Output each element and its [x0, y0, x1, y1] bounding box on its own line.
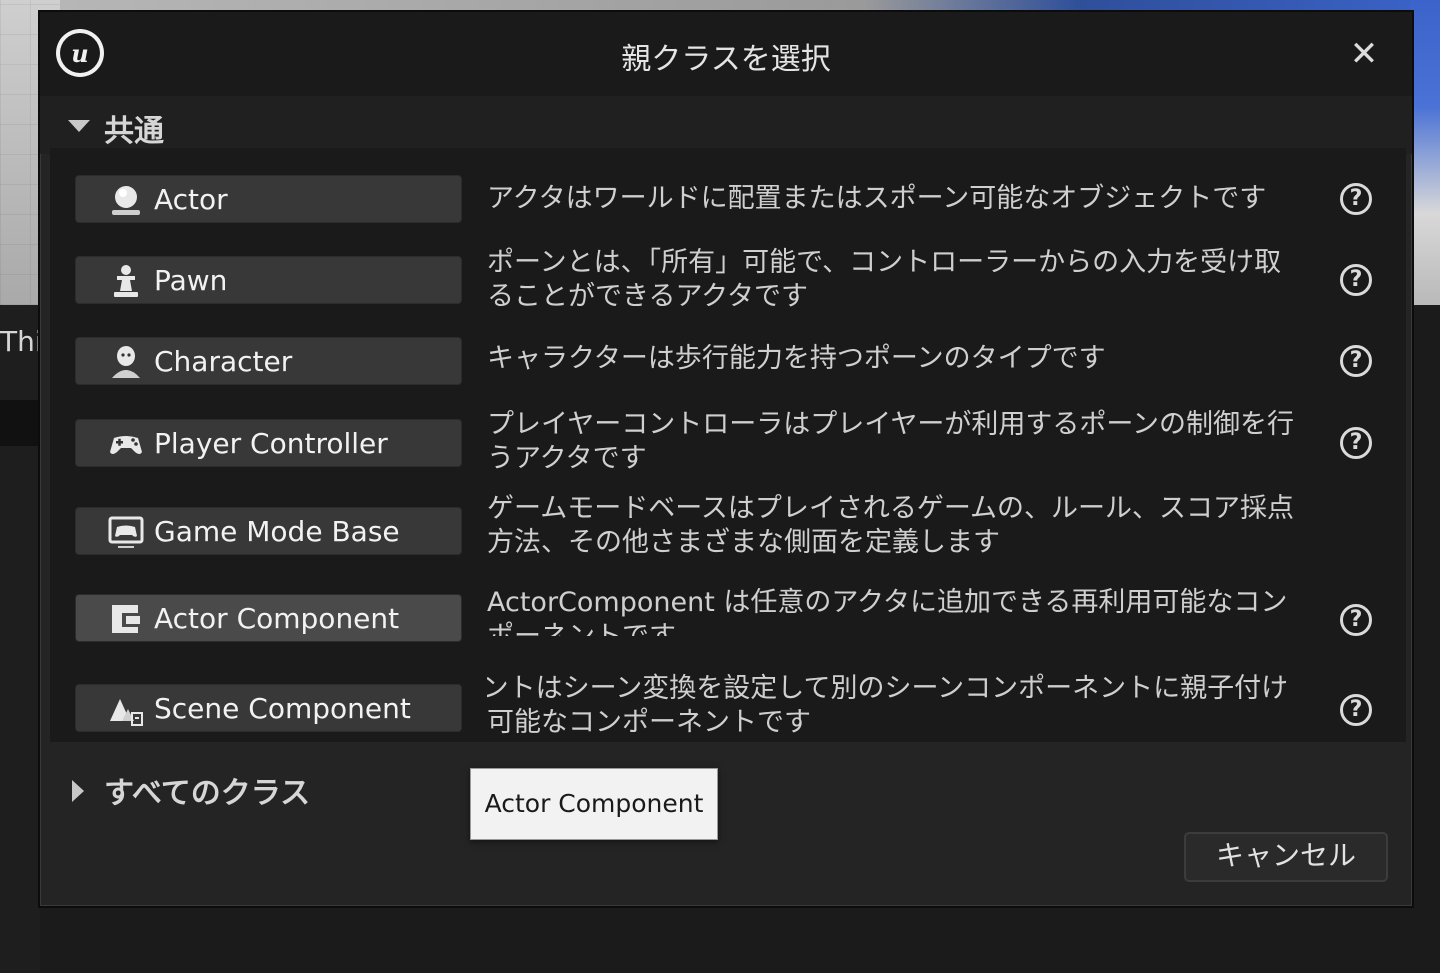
game-mode-icon — [108, 514, 144, 550]
list-item: Pawn ポーンとは、「所有」可能で、コントローラーからの入力を受け取ることがで… — [50, 234, 1406, 316]
help-icon[interactable]: ? — [1340, 604, 1372, 636]
editor-side-text: Thi — [0, 325, 43, 358]
class-button-actor-component[interactable]: Actor Component — [75, 594, 462, 642]
list-item: Scene Component シーンコンポーネントはシーン変換を設定して別のシ… — [50, 660, 1406, 742]
dialog-title: 親クラスを選択 — [621, 42, 831, 77]
help-icon[interactable]: ? — [1340, 427, 1372, 459]
class-label: Game Mode Base — [154, 515, 400, 548]
class-button-scene-component[interactable]: Scene Component — [75, 684, 462, 732]
class-label: Scene Component — [154, 692, 411, 725]
class-description: ポーンとは、「所有」可能で、コントローラーからの入力を受け取ることができるアクタ… — [487, 247, 1282, 312]
class-label: Actor Component — [154, 602, 400, 635]
common-class-list: Actor アクタはワールドに配置またはスポーン可能なオブジェクトです ? Pa… — [50, 148, 1406, 840]
chevron-down-icon — [68, 120, 90, 132]
common-section-title: 共通 — [104, 114, 164, 149]
list-item: Character キャラクターは歩行能力を持つポーンのタイプです ? — [50, 316, 1406, 398]
list-item: Game Mode Base ゲームモードベースはプレイされるゲームの、ルール、… — [50, 480, 1406, 574]
help-icon[interactable]: ? — [1340, 264, 1372, 296]
list-item: Actor アクタはワールドに配置またはスポーン可能なオブジェクトです ? — [50, 164, 1406, 234]
close-icon: ✕ — [1349, 34, 1379, 74]
class-button-actor[interactable]: Actor — [75, 175, 462, 223]
class-label: Player Controller — [154, 427, 388, 460]
gamepad-icon — [108, 426, 144, 462]
help-icon[interactable]: ? — [1340, 183, 1372, 215]
editor-side-bar — [0, 400, 40, 446]
class-description: シーンコンポーネントはシーン変換を設定して別のシーンコンポーネントに親子付け可能… — [487, 672, 1307, 740]
pawn-icon — [108, 263, 144, 299]
class-button-pawn[interactable]: Pawn — [75, 256, 462, 304]
class-description: アクタはワールドに配置またはスポーン可能なオブジェクトです — [487, 183, 1267, 214]
list-item: Player Controller プレイヤーコントローラはプレイヤーが利用する… — [50, 398, 1406, 480]
list-item: Actor Component ActorComponent は任意のアクタに追… — [50, 574, 1406, 660]
class-label: Actor — [154, 183, 228, 216]
cancel-button[interactable]: キャンセル — [1184, 832, 1388, 882]
scene-component-description-text: シーンコンポーネントはシーン変換を設定して別のシーンコンポーネントに親子付け可能… — [487, 673, 1289, 738]
help-icon[interactable]: ? — [1340, 345, 1372, 377]
actor-icon — [108, 182, 144, 218]
class-button-character[interactable]: Character — [75, 337, 462, 385]
class-description: プレイヤーコントローラはプレイヤーが利用するポーンの制御を行うアクタです — [487, 409, 1295, 474]
class-description: キャラクターは歩行能力を持つポーンのタイプです — [487, 343, 1106, 374]
all-classes-title: すべてのクラス — [104, 776, 311, 811]
all-classes-section-header[interactable]: すべてのクラス — [40, 762, 1412, 818]
class-label: Character — [154, 345, 293, 378]
class-label: Pawn — [154, 264, 228, 297]
class-description: ActorComponent は任意のアクタに追加できる再利用可能なコンポーネン… — [487, 587, 1288, 636]
help-icon[interactable]: ? — [1340, 694, 1372, 726]
common-section-header[interactable]: 共通 — [40, 96, 1412, 154]
class-button-player-controller[interactable]: Player Controller — [75, 419, 462, 467]
class-description: ゲームモードベースはプレイされるゲームの、ルール、スコア採点方法、その他さまざま… — [487, 493, 1295, 558]
chevron-right-icon — [72, 780, 84, 802]
viewport-sky — [1410, 0, 1440, 305]
pick-parent-class-dialog: u 親クラスを選択 ✕ 共通 Actor アクタはワールドに配置またはスポーン可… — [38, 10, 1414, 908]
scene-component-icon — [108, 691, 144, 727]
class-button-game-mode-base[interactable]: Game Mode Base — [75, 507, 462, 555]
actor-component-icon — [108, 601, 144, 637]
dialog-title-bar[interactable]: u 親クラスを選択 ✕ — [40, 12, 1412, 96]
character-icon — [108, 344, 144, 380]
close-button[interactable]: ✕ — [1344, 34, 1384, 74]
